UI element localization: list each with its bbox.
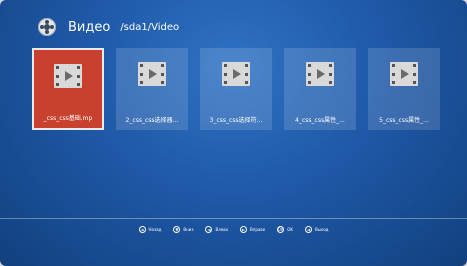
hint-label: Назад bbox=[148, 227, 162, 232]
hint-label: Вниз bbox=[183, 227, 194, 232]
file-tile-3[interactable]: 3_css_css选择符... bbox=[200, 48, 272, 130]
file-name: 5_css_css属性_... bbox=[379, 117, 429, 124]
file-name: _css_css基础.mp bbox=[43, 115, 93, 122]
hint-ok: OK OK bbox=[277, 226, 293, 233]
footer-divider bbox=[0, 218, 467, 219]
hint-back: ◄ Назад bbox=[138, 226, 162, 233]
video-file-icon bbox=[390, 62, 418, 86]
remote-key-icon: ▼ bbox=[173, 226, 181, 233]
remote-key-icon: ◄ bbox=[205, 226, 213, 233]
hint-label: OK bbox=[287, 227, 293, 232]
video-file-icon bbox=[306, 62, 334, 86]
page-title: Видео bbox=[68, 19, 111, 35]
hint-label: Влево bbox=[215, 227, 229, 232]
remote-key-icon: ◄ bbox=[304, 226, 312, 233]
hint-down: ▼ Вниз bbox=[173, 226, 193, 233]
video-file-icon bbox=[54, 64, 82, 88]
video-file-icon bbox=[222, 62, 250, 86]
hint-label: Выход bbox=[314, 227, 329, 232]
hint-left: ◄ Влево bbox=[205, 226, 228, 233]
hint-exit: ◄ Выход bbox=[304, 226, 329, 233]
file-tile-2[interactable]: 2_css_css选择器... bbox=[116, 48, 188, 130]
remote-key-hints: ◄ Назад ▼ Вниз ◄ Влево ► Вправо OK OK ◄ … bbox=[0, 226, 467, 233]
remote-key-icon: OK bbox=[277, 226, 285, 233]
remote-key-icon: ◄ bbox=[138, 226, 146, 233]
header: Видео /sda1/Video bbox=[38, 18, 179, 36]
file-tile-4[interactable]: 4_css_css属性_... bbox=[284, 48, 356, 130]
video-file-icon bbox=[138, 62, 166, 86]
film-reel-icon bbox=[38, 18, 56, 36]
hint-label: Вправо bbox=[250, 227, 266, 232]
media-browser-screen: Видео /sda1/Video _css_css基础.mp 2_css_cs… bbox=[0, 0, 467, 266]
file-name: 4_css_css属性_... bbox=[295, 117, 345, 124]
remote-key-icon: ► bbox=[240, 226, 248, 233]
hint-right: ► Вправо bbox=[240, 226, 265, 233]
file-name: 3_css_css选择符... bbox=[209, 117, 263, 124]
folder-path: /sda1/Video bbox=[120, 21, 180, 33]
file-tile-1[interactable]: _css_css基础.mp bbox=[32, 48, 104, 130]
file-tile-5[interactable]: 5_css_css属性_... bbox=[368, 48, 440, 130]
file-name: 2_css_css选择器... bbox=[125, 117, 179, 124]
